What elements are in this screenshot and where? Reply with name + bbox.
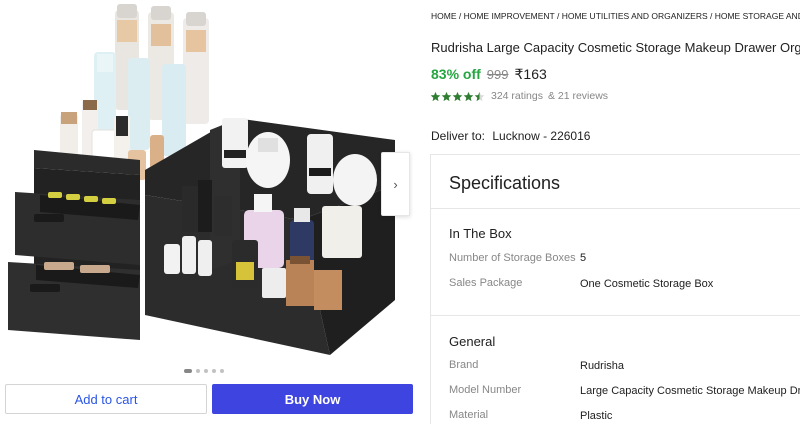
add-to-cart-button[interactable]: Add to cart [5, 384, 207, 414]
ratings-count: 324 ratings [491, 90, 543, 102]
open-tray [145, 118, 395, 355]
spec-row-value: Plastic [580, 410, 613, 422]
spec-row-value: Large Capacity Cosmetic Storage Makeup D… [580, 385, 800, 397]
gallery-dots [184, 369, 224, 373]
spec-row-label: Sales Package [449, 277, 523, 289]
spec-row-value: One Cosmetic Storage Box [580, 278, 714, 290]
spec-row-label: Material [449, 409, 489, 421]
gallery-dot[interactable] [220, 369, 224, 373]
spec-group-title: General [449, 334, 496, 349]
product-illustration [8, 4, 395, 355]
divider [431, 208, 800, 209]
star-icon [441, 91, 452, 101]
star-half-icon [474, 91, 485, 101]
chevron-right-icon: › [393, 176, 398, 192]
delivery-location[interactable]: Deliver to: Lucknow - 226016 [431, 129, 590, 143]
gallery-dot[interactable] [212, 369, 216, 373]
divider [431, 315, 800, 316]
buy-now-button[interactable]: Buy Now [212, 384, 413, 414]
breadcrumb: HOME / HOME IMPROVEMENT / HOME UTILITIES… [431, 11, 800, 21]
specifications-heading: Specifications [449, 173, 561, 193]
gallery-dot[interactable] [196, 369, 200, 373]
spec-row-label: Brand [449, 359, 479, 371]
spec-row-label: Model Number [449, 384, 522, 396]
delivery-label: Deliver to: [431, 129, 486, 143]
price-row: 83% off 999 ₹163 [431, 66, 547, 83]
breadcrumb-item[interactable]: HOME STORAGE AND ORGANIZATI [715, 11, 800, 21]
gallery-dot[interactable] [184, 369, 192, 373]
breadcrumb-item[interactable]: HOME UTILITIES AND ORGANIZERS [562, 11, 708, 21]
reviews-count: & 21 reviews [547, 90, 609, 102]
spec-row-value: 5 [580, 252, 587, 264]
breadcrumb-item[interactable]: HOME [431, 11, 457, 21]
product-gallery: › Add to cart Buy Now [0, 0, 420, 424]
product-details: HOME / HOME IMPROVEMENT / HOME UTILITIES… [420, 0, 800, 424]
spec-row-value: Rudrisha [580, 360, 625, 372]
spec-group-title: In The Box [449, 226, 512, 241]
star-icon [430, 91, 441, 101]
drawer-unit [8, 150, 140, 340]
original-price: 999 [486, 67, 509, 82]
rating-row[interactable]: 324 ratings & 21 reviews [430, 90, 608, 102]
spec-row-label: Number of Storage Boxes [449, 252, 576, 264]
gallery-dot[interactable] [204, 369, 208, 373]
breadcrumb-item[interactable]: HOME IMPROVEMENT [464, 11, 555, 21]
next-image-button[interactable]: › [381, 152, 410, 216]
selling-price: ₹163 [514, 66, 547, 82]
product-title: Rudrisha Large Capacity Cosmetic Storage… [431, 40, 800, 55]
product-image[interactable] [0, 0, 410, 365]
star-icon [452, 91, 463, 101]
delivery-pincode: Lucknow - 226016 [492, 129, 591, 143]
discount-badge: 83% off [431, 66, 481, 82]
specifications-card: Specifications In The Box Number of Stor… [430, 154, 800, 424]
star-icon [463, 91, 474, 101]
star-rating [430, 91, 485, 102]
